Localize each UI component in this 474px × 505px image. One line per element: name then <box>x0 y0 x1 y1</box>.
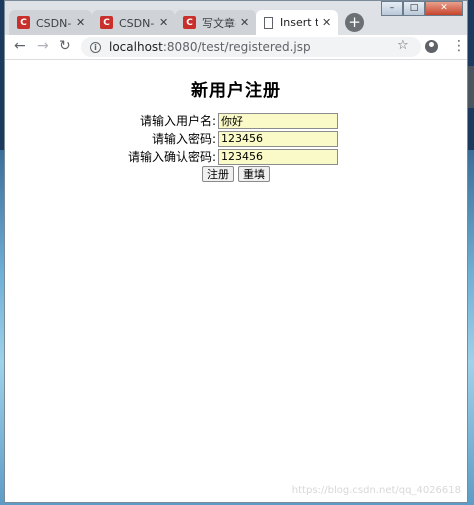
browser-window: C CSDN-专 ✕ C CSDN-专 ✕ C 写文章-C ✕ Insert t… <box>4 0 468 503</box>
reset-button[interactable]: 重填 <box>238 166 270 182</box>
csdn-favicon-icon: C <box>100 16 113 29</box>
desktop-side-handle <box>467 66 474 108</box>
confirm-password-input[interactable] <box>218 148 338 165</box>
form-buttons: 注册 重填 <box>5 166 467 182</box>
tab-strip: C CSDN-专 ✕ C CSDN-专 ✕ C 写文章-C ✕ Insert t… <box>5 1 467 35</box>
tab-csdn-1[interactable]: C CSDN-专 ✕ <box>9 10 92 35</box>
browser-toolbar: ← → ↻ i localhost:8080/test/registered.j… <box>5 35 467 60</box>
page-content: 新用户注册 请输入用户名: 请输入密码: 请输入确认密码: 注册 重填 http… <box>5 60 467 502</box>
tab-close-icon[interactable]: ✕ <box>159 16 169 29</box>
reload-icon[interactable]: ↻ <box>59 37 71 55</box>
tab-title: 写文章-C <box>202 16 236 30</box>
password-input[interactable] <box>218 130 338 147</box>
url-host: localhost <box>109 40 163 54</box>
confirm-password-label: 请输入确认密码: <box>127 150 216 164</box>
tab-insert-title[interactable]: Insert title ✕ <box>256 10 338 35</box>
register-button[interactable]: 注册 <box>202 166 234 182</box>
csdn-favicon-icon: C <box>183 16 196 29</box>
window-controls: – □ ✕ <box>381 1 463 16</box>
password-label: 请输入密码: <box>151 132 216 146</box>
close-window-button[interactable]: ✕ <box>425 1 463 16</box>
tab-title: CSDN-专 <box>119 16 155 30</box>
account-icon[interactable] <box>425 40 438 53</box>
tab-close-icon[interactable]: ✕ <box>76 16 86 29</box>
address-bar[interactable]: i localhost:8080/test/registered.jsp <box>81 37 421 57</box>
tab-write-article[interactable]: C 写文章-C ✕ <box>175 10 256 35</box>
username-row: 请输入用户名: <box>5 112 338 129</box>
tab-close-icon[interactable]: ✕ <box>322 16 332 29</box>
tab-close-icon[interactable]: ✕ <box>240 16 250 29</box>
confirm-password-row: 请输入确认密码: <box>5 148 338 165</box>
password-row: 请输入密码: <box>5 130 338 147</box>
minimize-button[interactable]: – <box>381 1 403 16</box>
csdn-favicon-icon: C <box>17 16 30 29</box>
username-input[interactable] <box>218 112 338 129</box>
info-icon[interactable]: i <box>90 41 101 53</box>
maximize-button[interactable]: □ <box>403 1 425 16</box>
forward-arrow-icon[interactable]: → <box>37 37 49 55</box>
tab-csdn-2[interactable]: C CSDN-专 ✕ <box>92 10 175 35</box>
username-label: 请输入用户名: <box>139 114 216 128</box>
tab-title: Insert title <box>280 16 318 29</box>
tab-title: CSDN-专 <box>36 16 72 30</box>
url-path: :8080/test/registered.jsp <box>162 40 311 54</box>
watermark: https://blog.csdn.net/qq_4026618 <box>291 485 461 496</box>
page-icon <box>264 16 273 29</box>
page-title: 新用户注册 <box>191 81 281 101</box>
bookmark-star-icon[interactable]: ☆ <box>397 37 409 55</box>
back-arrow-icon[interactable]: ← <box>14 37 26 55</box>
new-tab-plus-icon[interactable]: + <box>345 13 364 32</box>
more-menu-icon[interactable]: ⋮ <box>452 37 466 55</box>
